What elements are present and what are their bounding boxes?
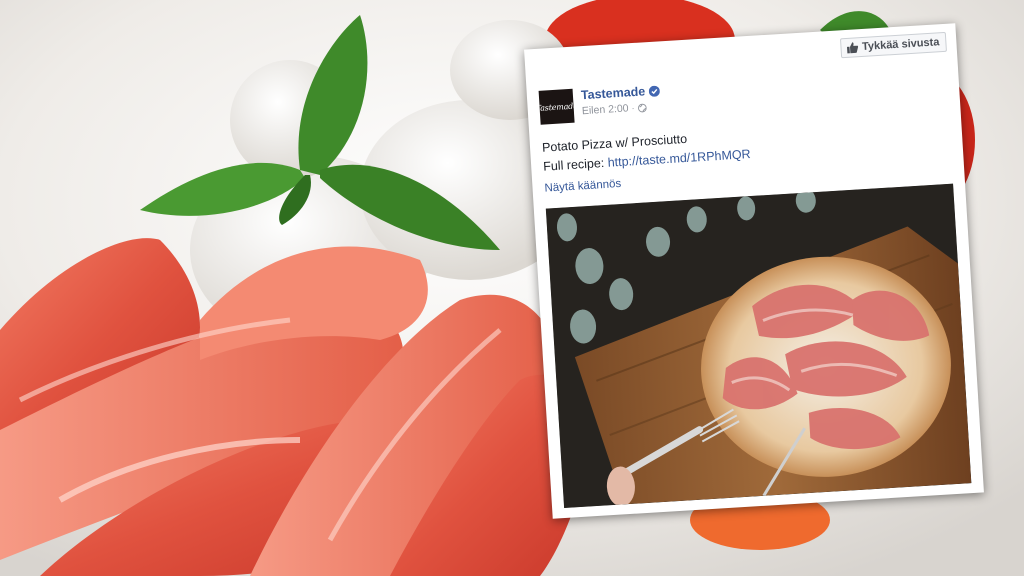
post-meta: Tastemade Eilen 2:00 · xyxy=(581,83,662,117)
see-translation-link[interactable]: Näytä käännös xyxy=(544,178,621,195)
verified-badge-icon xyxy=(649,85,661,97)
post-timestamp-row: Eilen 2:00 · xyxy=(582,100,662,117)
post-timestamp[interactable]: Eilen 2:00 xyxy=(582,102,629,117)
like-page-button[interactable]: Tykkää sivusta xyxy=(839,31,947,59)
facebook-post-card: Tykkää sivusta Tastemade Tastemade Eilen… xyxy=(524,23,984,519)
post-photo[interactable] xyxy=(545,183,972,509)
page-name-link[interactable]: Tastemade xyxy=(581,84,646,102)
avatar-wordmark: Tastemade xyxy=(535,100,578,113)
post-text: Potato Pizza w/ Prosciutto Full recipe: … xyxy=(542,126,752,177)
thumbs-up-icon xyxy=(846,42,858,54)
like-page-label: Tykkää sivusta xyxy=(861,36,940,53)
globe-icon xyxy=(637,103,647,112)
separator-dot: · xyxy=(631,102,635,114)
page-name-row: Tastemade xyxy=(581,83,661,102)
potato-pizza-photo-icon xyxy=(545,183,972,509)
recipe-prefix: Full recipe: xyxy=(542,155,609,174)
avatar[interactable]: Tastemade xyxy=(535,88,578,125)
post-header: Tastemade Tastemade Eilen 2:00 · xyxy=(535,83,662,125)
